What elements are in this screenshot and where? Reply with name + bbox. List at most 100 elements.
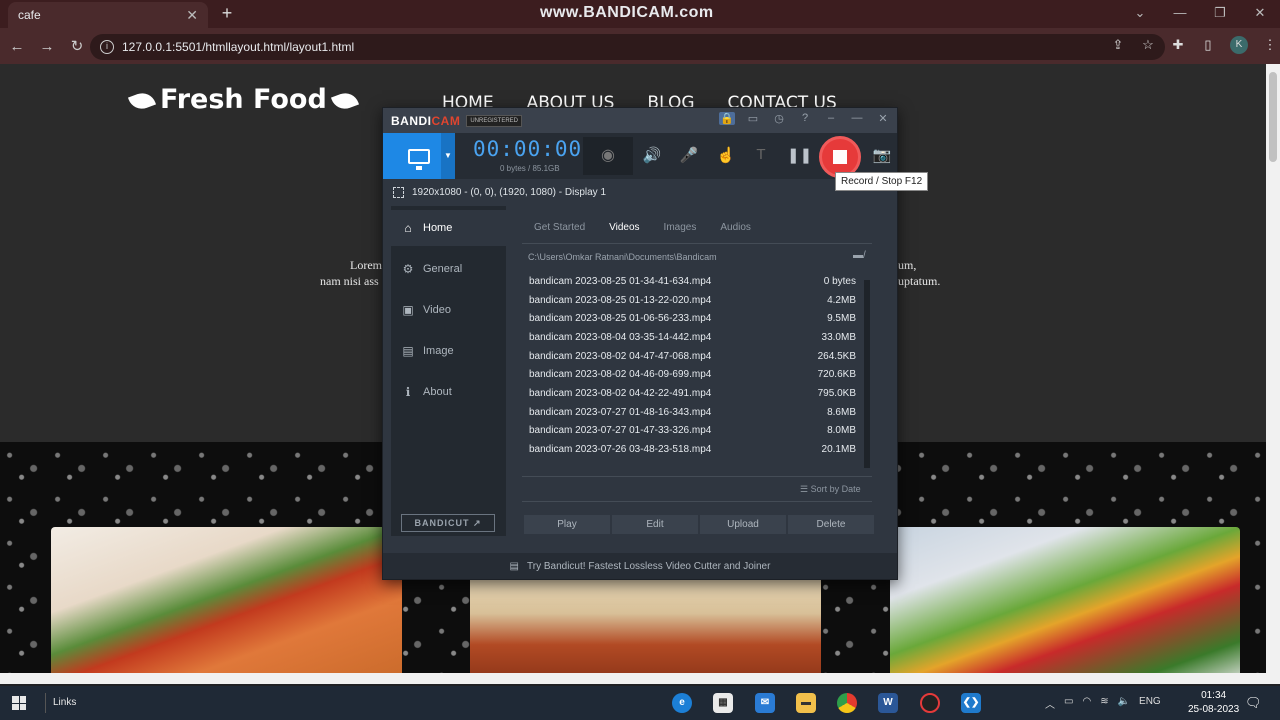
file-list-scrollbar[interactable] — [864, 280, 870, 468]
network-icon[interactable]: ◠ — [1082, 696, 1091, 711]
output-folder-path: C:\Users\Omkar Ratnani\Documents\Bandica… — [528, 252, 717, 262]
lock-icon[interactable]: 🔒 — [719, 112, 735, 125]
sidebar-item-video[interactable]: ▣ Video — [391, 292, 506, 328]
site-logo[interactable]: Fresh Food — [124, 84, 363, 115]
minimize-button[interactable]: — — [1160, 0, 1200, 28]
store-icon[interactable]: ▦ — [713, 693, 733, 713]
sidebar-item-about[interactable]: ℹ About — [391, 374, 506, 410]
capture-target-bar[interactable]: 1920x1080 - (0, 0), (1920, 1080) - Displ… — [383, 179, 897, 205]
volume-icon[interactable]: 🔈 — [1118, 696, 1130, 711]
word-icon[interactable]: W — [878, 693, 898, 713]
minimize-icon[interactable]: – — [823, 112, 839, 125]
chevron-up-icon[interactable]: ︿ — [1045, 696, 1055, 711]
file-size: 264.5KB — [817, 351, 856, 362]
file-explorer-icon[interactable]: ▬ — [796, 693, 816, 713]
camera-snapshot-icon[interactable]: 📷 — [872, 146, 892, 164]
menu-kebab-icon[interactable]: ⋮ — [1262, 37, 1278, 53]
scrollbar-thumb[interactable] — [1269, 72, 1277, 162]
list-item[interactable]: bandicam 2023-08-02 04-47-47-068.mp4 264.… — [522, 351, 860, 369]
tab-close-icon[interactable]: ✕ — [186, 7, 198, 24]
new-tab-button[interactable]: + — [216, 3, 238, 25]
list-item[interactable]: bandicam 2023-07-26 03-48-23-518.mp4 20.1… — [522, 444, 860, 462]
bandicut-button[interactable]: BANDICUT ↗ — [401, 514, 495, 532]
folder-icon[interactable]: ▭ — [745, 112, 761, 125]
monitor-icon — [408, 148, 430, 170]
notifications-icon[interactable]: 🗨 — [1245, 695, 1262, 711]
delete-button[interactable]: Delete — [788, 515, 874, 534]
mail-icon[interactable]: ✉ — [755, 693, 775, 713]
browser-tab[interactable]: cafe ✕ — [8, 2, 208, 28]
mouse-cursor-icon[interactable]: ☝ — [716, 146, 736, 164]
chrome-icon[interactable] — [837, 693, 857, 713]
microphone-icon[interactable]: 🎤 — [679, 146, 699, 164]
back-button[interactable]: ← — [4, 38, 30, 55]
speaker-icon[interactable]: 🔊 — [642, 146, 662, 164]
play-button[interactable]: Play — [524, 515, 610, 534]
forward-button[interactable]: → — [34, 38, 60, 55]
bandicam-titlebar[interactable]: BANDICAM UNREGISTERED 🔒 ▭ ◷ ? – — ✕ — [383, 108, 897, 133]
webcam-overlay-icon[interactable]: ◉ — [583, 137, 633, 175]
sidebar-item-image[interactable]: ▤ Image — [391, 333, 506, 369]
site-info-icon[interactable]: i — [100, 40, 114, 54]
file-actions: Play Edit Upload Delete — [524, 515, 874, 534]
upload-button[interactable]: Upload — [700, 515, 786, 534]
collapse-icon[interactable]: — — [849, 112, 865, 125]
clock[interactable]: 01:34 25-08-2023 — [1188, 689, 1239, 717]
clock-icon[interactable]: ◷ — [771, 112, 787, 125]
intro-text: uptatum. — [898, 274, 941, 288]
sidebar-item-label: About — [423, 386, 452, 398]
sidebar-item-general[interactable]: ⚙ General — [391, 251, 506, 287]
bandicam-watermark: www.BANDICAM.com — [540, 4, 714, 21]
links-toolbar[interactable]: Links — [53, 697, 76, 708]
chat-icon: ▤ — [509, 560, 519, 572]
tab-audios[interactable]: Audios — [708, 216, 763, 239]
sidebar-item-home[interactable]: ⌂ Home — [391, 210, 506, 246]
list-item[interactable]: bandicam 2023-08-25 01-06-56-233.mp4 9.5M… — [522, 313, 860, 331]
mode-dropdown-chevron-icon[interactable]: ▼ — [441, 133, 455, 179]
open-folder-icon[interactable]: ▬/ — [853, 250, 866, 261]
list-item[interactable]: bandicam 2023-08-02 04-46-09-699.mp4 720.… — [522, 369, 860, 387]
unregistered-badge[interactable]: UNREGISTERED — [466, 114, 522, 127]
tab-images[interactable]: Images — [652, 216, 709, 239]
reload-button[interactable]: ↻ — [64, 37, 90, 55]
clock-date: 25-08-2023 — [1188, 704, 1240, 715]
edit-button[interactable]: Edit — [612, 515, 698, 534]
tab-videos[interactable]: Videos — [597, 216, 651, 239]
address-bar[interactable]: i 127.0.0.1:5501/htmllayout.html/layout1… — [90, 34, 1165, 60]
horizontal-scrollbar[interactable] — [0, 673, 1266, 684]
sort-by-date-button[interactable]: ☰ Sort by Date — [800, 484, 861, 495]
close-icon[interactable]: ✕ — [875, 112, 891, 125]
list-item[interactable]: bandicam 2023-08-04 03-35-14-442.mp4 33.0… — [522, 332, 860, 350]
list-item[interactable]: bandicam 2023-07-27 01-48-16-343.mp4 8.6M… — [522, 407, 860, 425]
gear-icon: ⚙ — [402, 262, 414, 276]
bookmark-star-icon[interactable]: ☆ — [1140, 37, 1156, 53]
pause-icon[interactable]: ❚❚ — [787, 146, 812, 164]
text-overlay-icon[interactable]: T — [751, 146, 771, 163]
share-icon[interactable]: ⇪ — [1110, 37, 1126, 53]
close-window-button[interactable]: ✕ — [1240, 0, 1280, 28]
battery-icon[interactable]: ▭ — [1064, 696, 1073, 711]
side-panel-icon[interactable]: ▯ — [1200, 37, 1216, 53]
tab-get-started[interactable]: Get Started — [522, 216, 597, 239]
region-select-icon — [393, 186, 404, 198]
maximize-button[interactable]: ❐ — [1200, 0, 1240, 28]
edge-icon[interactable]: e — [672, 693, 692, 713]
list-item[interactable]: bandicam 2023-07-27 01-47-33-326.mp4 8.0M… — [522, 425, 860, 443]
bandicut-promo[interactable]: ▤ Try Bandicut! Fastest Lossless Video C… — [383, 553, 897, 579]
wifi-icon[interactable]: ≋ — [1100, 696, 1108, 711]
list-item[interactable]: bandicam 2023-08-02 04-42-22-491.mp4 795.… — [522, 388, 860, 406]
list-item[interactable]: bandicam 2023-08-25 01-34-41-634.mp4 0 by… — [522, 276, 860, 294]
list-item[interactable]: bandicam 2023-08-25 01-13-22-020.mp4 4.2M… — [522, 295, 860, 313]
language-indicator[interactable]: ENG — [1139, 696, 1161, 711]
tab-search-icon[interactable]: ⌄ — [1120, 0, 1160, 28]
vertical-scrollbar[interactable] — [1266, 64, 1280, 684]
file-size: 9.5MB — [827, 313, 856, 324]
vscode-icon[interactable]: ❮❯ — [961, 693, 981, 713]
help-icon[interactable]: ? — [797, 112, 813, 125]
extensions-icon[interactable]: ✚ — [1170, 37, 1186, 53]
home-icon: ⌂ — [404, 221, 412, 235]
stop-icon — [833, 150, 847, 164]
windows-start-icon[interactable] — [12, 696, 26, 710]
profile-avatar[interactable]: K — [1230, 36, 1248, 54]
bandicam-taskbar-icon[interactable] — [920, 693, 940, 713]
